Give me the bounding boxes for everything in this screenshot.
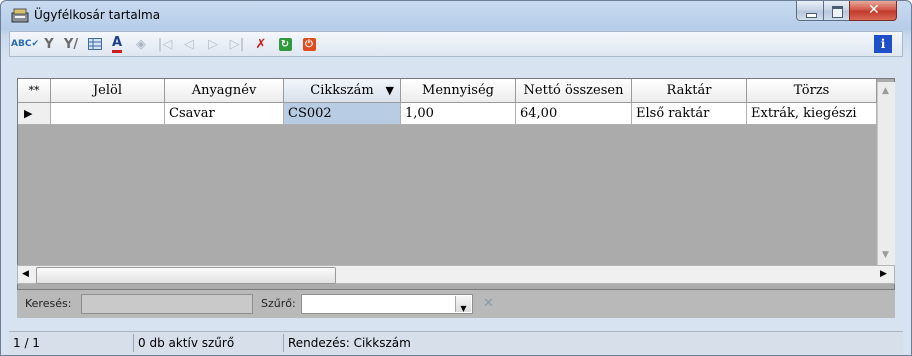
status-sort: Rendezés: Cikkszám: [288, 336, 411, 350]
search-panel: Keresés: Szűrő: ▼ ✕: [17, 290, 895, 318]
maximize-icon: [832, 6, 843, 18]
column-header-raktar[interactable]: Raktár: [632, 79, 747, 103]
column-header-cikkszam-label: Cikkszám: [310, 83, 374, 98]
status-page: 1 / 1: [9, 334, 134, 352]
last-record-icon[interactable]: ▷|: [228, 35, 246, 53]
column-header-mennyiseg[interactable]: Mennyiség: [401, 79, 516, 103]
column-header-anyagnev[interactable]: Anyagnév: [165, 79, 284, 103]
chevron-down-icon: ▼: [460, 304, 467, 313]
horizontal-scrollbar[interactable]: ◀ ▶: [17, 265, 895, 284]
cell-torzs[interactable]: Extrák, kiegészi: [747, 103, 877, 125]
scroll-left-icon[interactable]: ◀: [22, 269, 29, 279]
status-bar: 1 / 1 0 db aktív szűrő Rendezés: Cikkszá…: [9, 331, 903, 354]
scroll-down-icon[interactable]: ▼: [882, 250, 889, 260]
status-filters: 0 db aktív szűrő: [134, 334, 284, 352]
cell-netto[interactable]: 64,00: [516, 103, 632, 125]
spellcheck-icon[interactable]: ABC✔: [11, 35, 39, 53]
filter-label: Szűrő:: [261, 297, 296, 310]
minimize-icon: [806, 13, 817, 18]
prev-record-icon[interactable]: ◁: [180, 35, 198, 53]
basket-icon: [11, 8, 29, 23]
vertical-scrollbar[interactable]: ▲ ▼: [877, 82, 895, 266]
grid-icon[interactable]: [86, 35, 104, 53]
column-header-cikkszam[interactable]: Cikkszám ▼: [284, 79, 401, 103]
row-indicator[interactable]: ▶: [18, 103, 51, 125]
info-icon[interactable]: i: [874, 35, 892, 53]
window: Ügyfélkosár tartalma ✕ ABC✔ Y Y/ A ◈ |◁ …: [0, 0, 912, 356]
cell-mennyiseg[interactable]: 1,00: [401, 103, 516, 125]
column-header-netto[interactable]: Nettó összesen: [516, 79, 632, 103]
first-record-icon[interactable]: |◁: [156, 35, 174, 53]
horizontal-scroll-thumb[interactable]: [36, 267, 336, 284]
font-color-icon[interactable]: A: [108, 35, 126, 53]
maximize-button[interactable]: [823, 1, 850, 21]
toolbar: ABC✔ Y Y/ A ◈ |◁ ◁ ▷ ▷| ✗ ↻ ⏻ i: [9, 31, 903, 57]
column-header-torzs[interactable]: Törzs: [747, 79, 877, 103]
search-label: Keresés:: [25, 297, 72, 310]
clear-filter-icon[interactable]: ✕: [483, 296, 494, 311]
scroll-up-icon[interactable]: ▲: [882, 86, 889, 96]
sort-desc-icon: ▼: [385, 84, 394, 97]
filter-icon[interactable]: Y: [40, 35, 58, 53]
grid-corner: **: [18, 79, 51, 103]
eraser-icon[interactable]: ◈: [132, 35, 150, 53]
next-record-icon[interactable]: ▷: [204, 35, 222, 53]
filter-dropdown-button[interactable]: ▼: [455, 296, 471, 313]
title-bar[interactable]: Ügyfélkosár tartalma ✕: [1, 1, 911, 31]
close-button[interactable]: ✕: [849, 1, 897, 21]
cell-jelol[interactable]: [51, 103, 165, 125]
scroll-right-icon[interactable]: ▶: [880, 269, 887, 279]
search-input[interactable]: [81, 294, 253, 314]
window-title: Ügyfélkosár tartalma: [34, 8, 161, 22]
minimize-button[interactable]: [796, 1, 824, 21]
filter-edit-icon[interactable]: Y/: [62, 35, 80, 53]
stop-icon[interactable]: ⏻: [300, 35, 318, 53]
data-grid: ** Jelöl Anyagnév Cikkszám ▼ Mennyiség N…: [17, 78, 895, 290]
delete-record-icon[interactable]: ✗: [252, 35, 270, 53]
refresh-icon[interactable]: ↻: [276, 35, 294, 53]
filter-select[interactable]: ▼: [301, 294, 473, 314]
cell-raktar[interactable]: Első raktár: [632, 103, 747, 125]
cell-cikkszam[interactable]: CS002: [284, 103, 401, 125]
close-icon: ✕: [868, 2, 880, 18]
cell-anyagnev[interactable]: Csavar: [165, 103, 284, 125]
column-header-jelol[interactable]: Jelöl: [51, 79, 165, 103]
